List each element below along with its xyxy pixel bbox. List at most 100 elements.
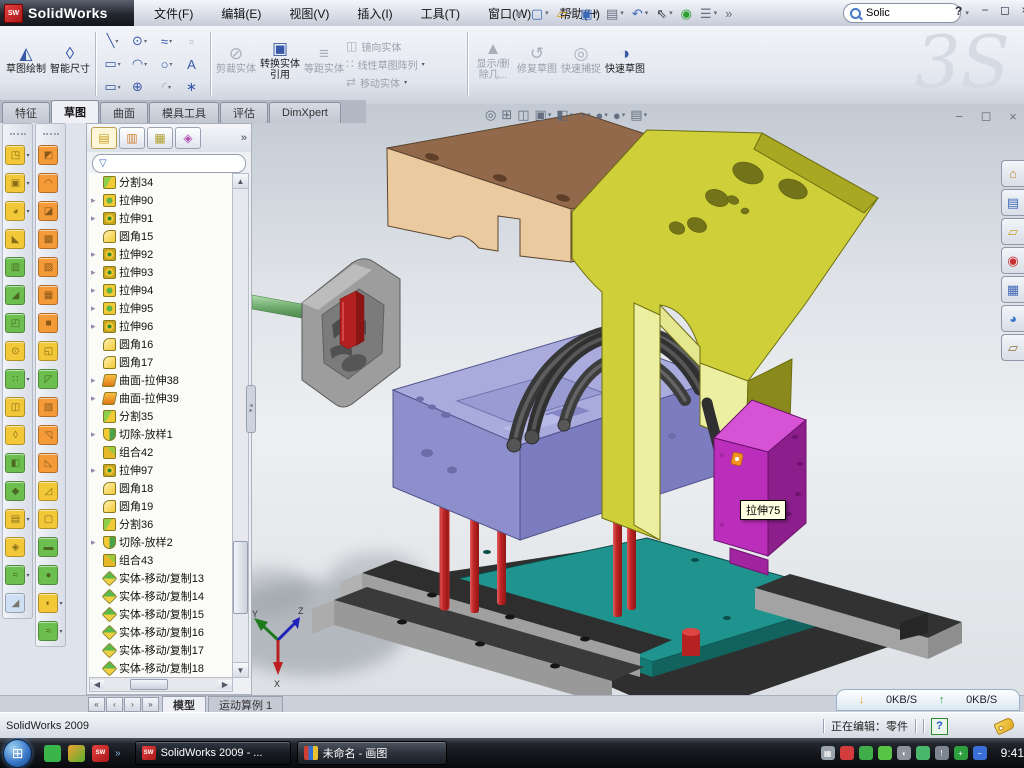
surface-tool-button[interactable]: ▦ ▾ (38, 285, 62, 305)
tree-item[interactable]: ▸ 拉伸94 (91, 281, 233, 299)
task-pane-tab[interactable]: ▤ (1001, 189, 1024, 216)
feature-tool-button[interactable]: ∷ ▾ (5, 369, 29, 389)
task-pane-tab[interactable]: ⌂ (1001, 160, 1024, 187)
start-button[interactable]: ⊞ (3, 739, 32, 768)
feature-tool-button[interactable]: ◰ ▾ (5, 313, 29, 333)
quick-launch-icon[interactable] (44, 745, 61, 762)
surface-tool-button[interactable]: ≈ ▾ (38, 621, 62, 641)
scroll-down-button[interactable]: ▼ (233, 662, 248, 677)
tray-icon[interactable]: + (954, 746, 968, 760)
manager-tab[interactable]: ▤ (91, 127, 117, 149)
feature-tool-button[interactable]: ◳ ▾ (5, 145, 29, 165)
toolbar-button[interactable]: ⇖ (653, 5, 675, 22)
command-button[interactable]: ▣ 转换实体引用 ▾ (258, 28, 302, 100)
tray-icon[interactable] (859, 746, 873, 760)
sketch-tool-button[interactable]: ∗▾ (180, 76, 207, 99)
ribbon-tab[interactable]: 模具工具 (149, 102, 219, 123)
feature-tool-button[interactable]: ◫ ▾ (5, 397, 29, 417)
tree-filter-box[interactable]: ▽ (92, 154, 246, 173)
tree-item[interactable]: ▸ 圆角18 (91, 479, 233, 497)
view-tool-button[interactable]: ● (612, 107, 626, 124)
toolbar-button[interactable]: ↶ (629, 5, 651, 22)
manager-tab[interactable]: ▦ (147, 127, 173, 149)
surface-tool-button[interactable]: ▢ ▾ (38, 509, 62, 529)
tree-item[interactable]: ▸ 分割36 (91, 515, 233, 533)
scroll-thumb[interactable] (233, 541, 248, 613)
task-pane-tab[interactable]: ◕ (1001, 305, 1024, 332)
tray-icon[interactable] (916, 746, 930, 760)
scroll-up-button[interactable]: ▲ (233, 174, 248, 189)
view-tool-button[interactable]: ◎ (484, 106, 497, 124)
tree-item[interactable]: ▸ 实体-移动/复制17 (91, 641, 233, 659)
surface-tool-button[interactable]: ◩ ▾ (38, 145, 62, 165)
feature-tool-button[interactable]: ◧ ▾ (5, 453, 29, 473)
command-button[interactable]: ◫ 镜向实体 ▾ (346, 39, 464, 54)
manager-tab[interactable]: ▥ (119, 127, 145, 149)
window-button[interactable]: × (1018, 3, 1024, 17)
manager-tab[interactable]: ◈ (175, 127, 201, 149)
ribbon-tab[interactable]: DimXpert (269, 102, 341, 123)
scroll-right-button[interactable]: ▶ (218, 680, 232, 689)
surface-tool-button[interactable]: ▧ ▾ (38, 397, 62, 417)
toolbar-button[interactable]: ● (512, 5, 526, 22)
command-button[interactable]: ◭ 草图绘制 ▾ (4, 28, 48, 100)
tray-icon[interactable]: ◖ (897, 746, 911, 760)
window-button[interactable]: − (978, 3, 992, 17)
feature-tool-button[interactable]: ▥ ▾ (5, 257, 29, 277)
feature-tool-button[interactable]: ◕ ▾ (5, 201, 29, 221)
surface-tool-button[interactable]: ▬ ▾ (38, 537, 62, 557)
tree-item[interactable]: ▸ 圆角17 (91, 353, 233, 371)
surface-tool-button[interactable]: ◿ ▾ (38, 481, 62, 501)
model-tab[interactable]: 运动算例 1 (208, 696, 283, 713)
tray-icon[interactable]: ! (935, 746, 949, 760)
feature-tool-button[interactable]: ▤ ▾ (5, 509, 29, 529)
menu-item[interactable]: 工具(T) (407, 5, 474, 22)
tree-item[interactable]: ▸ 实体-移动/复制15 (91, 605, 233, 623)
tree-item[interactable]: ▸ 圆角16 (91, 335, 233, 353)
document-window-button[interactable]: × (1006, 109, 1020, 123)
search-input[interactable] (864, 6, 928, 20)
surface-tool-button[interactable]: ● ▾ (38, 565, 62, 585)
expand-arrow-icon[interactable]: ▸ (91, 267, 100, 278)
sketch-tool-button[interactable]: ▫▾ (180, 30, 207, 53)
tree-item[interactable]: ▸ 实体-移动/复制13 (91, 569, 233, 587)
menu-item[interactable]: 视图(V) (275, 5, 343, 22)
help-button[interactable]: ? (955, 4, 969, 18)
sketch-tool-button[interactable]: ◜▾ (153, 76, 180, 99)
taskbar-window-button[interactable]: SW SolidWorks 2009 - ... (135, 741, 291, 765)
task-pane-tab[interactable]: ▦ (1001, 276, 1024, 303)
tree-item[interactable]: ▸ 曲面-拉伸38 (91, 371, 233, 389)
tree-item[interactable]: ▸ 曲面-拉伸39 (91, 389, 233, 407)
command-button[interactable]: ◑ 快速草图 ▾ (603, 28, 647, 100)
toolbar-button[interactable]: ▢ (528, 5, 552, 22)
toolbar-button[interactable]: ▱ (554, 5, 576, 22)
ribbon-tab[interactable]: 特征 (2, 102, 50, 123)
tree-item[interactable]: ▸ 拉伸97 (91, 461, 233, 479)
tree-horizontal-scrollbar[interactable]: ◀ ▶ (89, 677, 233, 692)
task-pane-tab[interactable]: ▱ (1001, 218, 1024, 245)
tree-item[interactable]: ▸ 分割35 (91, 407, 233, 425)
quick-launch-icon[interactable] (68, 745, 85, 762)
quick-tips-help-icon[interactable]: ? (931, 718, 948, 735)
surface-tool-button[interactable]: ◱ ▾ (38, 341, 62, 361)
sketch-tool-button[interactable]: ≈▾ (153, 30, 180, 53)
view-tool-button[interactable]: ▣ (534, 106, 553, 124)
window-button[interactable]: ◻ (998, 3, 1012, 17)
tree-item[interactable]: ▸ 拉伸91 (91, 209, 233, 227)
feature-tool-button[interactable]: ◈ ▾ (5, 537, 29, 557)
menu-item[interactable]: 插入(I) (343, 5, 406, 22)
scroll-left-button[interactable]: ◀ (90, 680, 104, 689)
expand-arrow-icon[interactable]: ▸ (91, 303, 100, 314)
view-tool-button[interactable]: ◔ (577, 107, 591, 124)
feature-tool-button[interactable]: ≈ ▾ (5, 565, 29, 585)
command-button[interactable]: ◎ 快速捕捉 ▾ (559, 28, 603, 100)
tree-item[interactable]: ▸ 实体-移动/复制14 (91, 587, 233, 605)
toolbar-button[interactable]: ◉ (678, 5, 695, 22)
feature-tool-button[interactable]: ◢ ▾ (5, 593, 29, 613)
taskbar-clock[interactable]: 9:41 (1001, 746, 1024, 760)
tree-item[interactable]: ▸ 拉伸90 (91, 191, 233, 209)
tree-item[interactable]: ▸ 实体-移动/复制18 (91, 659, 233, 677)
ribbon-tab[interactable]: 草图 (51, 100, 99, 123)
feature-tool-button[interactable]: ◢ ▾ (5, 285, 29, 305)
surface-tool-button[interactable]: ◸ ▾ (38, 369, 62, 389)
